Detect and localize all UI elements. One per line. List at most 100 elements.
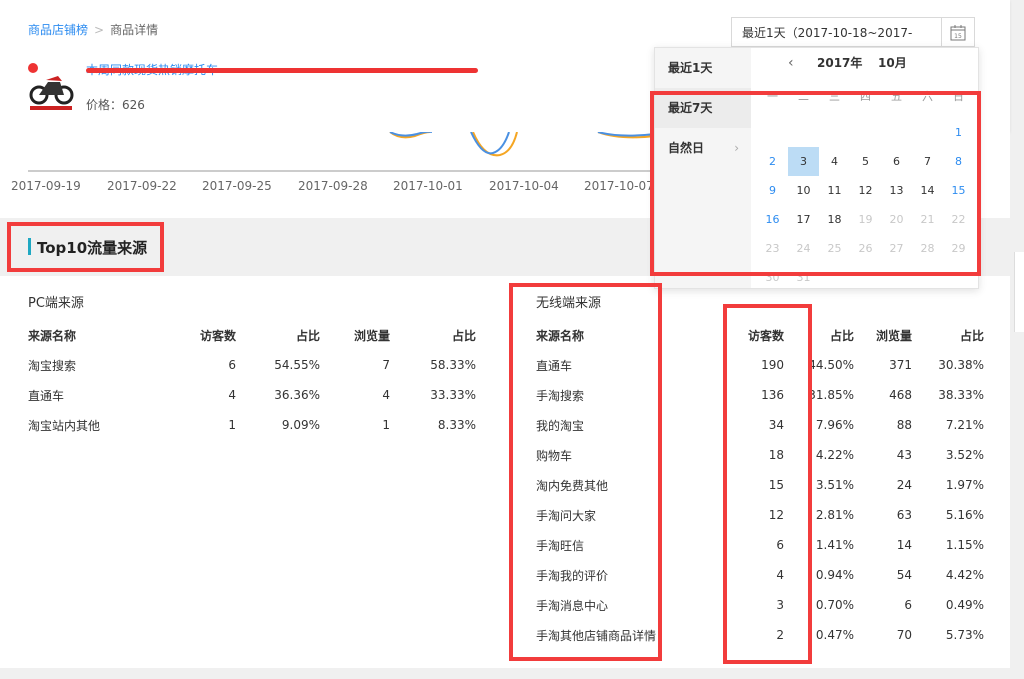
calendar-day[interactable]: 11 xyxy=(819,176,850,205)
calendar-button[interactable]: 15 xyxy=(941,17,975,47)
col-header-visitors[interactable]: 访客数 xyxy=(146,320,236,350)
calendar-day[interactable]: 2 xyxy=(757,147,788,176)
calendar-day: 21 xyxy=(920,213,935,226)
x-tick-label: 2017-09-19 xyxy=(11,179,81,193)
motorcycle-icon xyxy=(26,62,76,112)
col-header-pageviews[interactable]: 浏览量 xyxy=(320,320,390,350)
calendar-icon: 15 xyxy=(950,24,966,40)
x-tick-label: 2017-09-22 xyxy=(107,179,177,193)
calendar-day[interactable]: 9 xyxy=(757,176,788,205)
calendar-month[interactable]: 10月 xyxy=(878,48,907,78)
weekday-label: 六 xyxy=(922,90,933,103)
weekday-label: 四 xyxy=(860,90,871,103)
calendar-day[interactable]: 18 xyxy=(819,205,850,234)
table-row: 淘内免费其他 15 3.51% 24 1.97% xyxy=(536,478,984,493)
calendar-day: 31 xyxy=(796,271,811,284)
quick-range-list: 最近1天 最近7天 自然日 › xyxy=(655,48,751,288)
calendar-day[interactable]: 15 xyxy=(943,176,974,205)
calendar-day: 24 xyxy=(796,242,811,255)
calendar-day[interactable]: 7 xyxy=(912,147,943,176)
calendar-day[interactable]: 5 xyxy=(850,147,881,176)
col-header-visitor-share[interactable]: 占比 xyxy=(236,320,320,350)
option-last-7-days[interactable]: 最近7天 xyxy=(655,88,751,128)
calendar-day[interactable]: 12 xyxy=(850,176,881,205)
table-row: 购物车 18 4.22% 43 3.52% xyxy=(536,448,984,463)
calendar-day[interactable]: 1 xyxy=(943,118,974,147)
calendar-day: 25 xyxy=(827,242,842,255)
weekday-row: 一二三四五六日 xyxy=(751,88,978,108)
calendar-day[interactable]: 3 xyxy=(788,147,819,176)
redaction-strike xyxy=(86,68,478,73)
mobile-source-title: 无线端来源 xyxy=(536,296,602,311)
chevron-right-icon: › xyxy=(734,141,739,155)
x-tick-label: 2017-10-04 xyxy=(489,179,559,193)
calendar-day[interactable]: 10 xyxy=(788,176,819,205)
calendar-day[interactable]: 14 xyxy=(912,176,943,205)
calendar-day[interactable]: 17 xyxy=(788,205,819,234)
table-row: 手淘问大家 12 2.81% 63 5.16% xyxy=(536,508,984,523)
calendar-day: 26 xyxy=(858,242,873,255)
col-header-visitor-share[interactable]: 占比 xyxy=(784,320,854,350)
breadcrumb-root-link[interactable]: 商品店铺榜 xyxy=(28,23,88,37)
calendar-day[interactable]: 13 xyxy=(881,176,912,205)
table-row: 手淘旺信 6 1.41% 14 1.15% xyxy=(536,538,984,553)
table-row: 我的淘宝 34 7.96% 88 7.21% xyxy=(536,418,984,433)
calendar-day[interactable]: 6 xyxy=(881,147,912,176)
calendar-day: 23 xyxy=(765,242,780,255)
breadcrumb-current: 商品详情 xyxy=(110,23,159,37)
calendar-year[interactable]: 2017年 xyxy=(817,48,862,78)
mobile-source-table: 来源名称 访客数 占比 浏览量 占比 直通车 190 44.50% 371 30.38%… xyxy=(536,320,984,650)
trend-chart xyxy=(28,132,680,172)
calendar-day[interactable]: 4 xyxy=(819,147,850,176)
product-title-redacted[interactable]: 本周同款现货热销摩托车 xyxy=(86,61,481,77)
col-header-source: 来源名称 xyxy=(536,328,585,343)
table-row: 淘宝搜索 6 54.55% 7 58.33% xyxy=(28,358,476,373)
chevron-left-icon[interactable]: ‹ xyxy=(788,48,794,78)
table-row: 手淘搜索 136 31.85% 468 38.33% xyxy=(536,388,984,403)
product-price: 价格：626 xyxy=(86,98,145,112)
table-row: 手淘我的评价 4 0.94% 54 4.42% xyxy=(536,568,984,583)
date-range-display[interactable]: 最近1天（2017-10-18~2017-10-18） xyxy=(731,17,942,70)
section-title: Top10流量来源 xyxy=(37,239,148,257)
x-tick-label: 2017-09-25 xyxy=(202,179,272,193)
series-blue-line-2 xyxy=(470,132,510,155)
option-natural-day[interactable]: 自然日 › xyxy=(655,128,751,168)
table-row: 手淘消息中心 3 0.70% 6 0.49% xyxy=(536,598,984,613)
weekday-label: 五 xyxy=(891,90,902,103)
breadcrumb-separator: > xyxy=(94,23,105,37)
weekday-label: 一 xyxy=(767,90,778,103)
col-header-visitors[interactable]: 访客数 xyxy=(686,320,784,350)
calendar-day: 27 xyxy=(889,242,904,255)
calendar-day: 20 xyxy=(889,213,904,226)
weekday-label: 日 xyxy=(953,90,964,103)
calendar-day: 22 xyxy=(951,213,966,226)
calendar-day: 19 xyxy=(858,213,873,226)
col-header-pageview-share[interactable]: 占比 xyxy=(390,320,476,350)
table-row: 淘宝站内其他 1 9.09% 1 8.33% xyxy=(28,418,476,433)
weekday-label: 二 xyxy=(798,90,809,103)
side-panel-edge xyxy=(1014,252,1024,332)
table-row: 手淘其他店铺商品详情 2 0.47% 70 5.73% xyxy=(536,628,984,643)
pc-source-table: 来源名称 访客数 占比 浏览量 占比 淘宝搜索 6 54.55% 7 58.33% 直通… xyxy=(28,320,476,440)
product-image[interactable] xyxy=(26,62,76,112)
breadcrumb: 商品店铺榜 > 商品详情 xyxy=(28,21,158,38)
calendar-icon-day: 15 xyxy=(954,33,962,40)
calendar-day[interactable]: 16 xyxy=(757,205,788,234)
calendar-header: ‹ 2017年 10月 xyxy=(751,48,978,78)
x-tick-label: 2017-09-28 xyxy=(298,179,368,193)
option-last-1-day[interactable]: 最近1天 xyxy=(655,48,751,88)
col-header-pageview-share[interactable]: 占比 xyxy=(912,320,984,350)
date-range-dropdown: 最近1天 最近7天 自然日 › ‹ 2017年 10月 一二三四五六日 12345… xyxy=(654,47,979,289)
table-row: 直通车 4 36.36% 4 33.33% xyxy=(28,388,476,403)
calendar-day: 28 xyxy=(920,242,935,255)
weekday-label: 三 xyxy=(829,90,840,103)
calendar-day[interactable]: 8 xyxy=(943,147,974,176)
col-header-source: 来源名称 xyxy=(28,328,77,343)
table-row: 直通车 190 44.50% 371 30.38% xyxy=(536,358,984,373)
x-tick-label: 2017-10-07 xyxy=(584,179,654,193)
section-title-accent xyxy=(28,238,31,255)
col-header-pageviews[interactable]: 浏览量 xyxy=(854,320,912,350)
calendar-day: 29 xyxy=(951,242,966,255)
x-tick-label: 2017-10-01 xyxy=(393,179,463,193)
calendar-day: 30 xyxy=(765,271,780,284)
